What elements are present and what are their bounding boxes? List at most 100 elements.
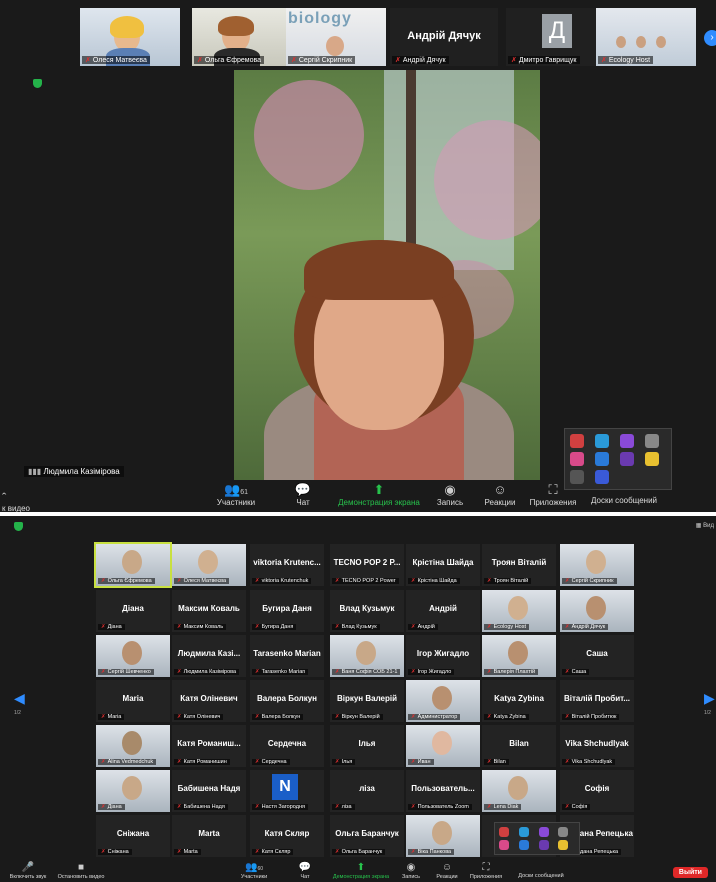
gallery-tile[interactable]: Сніжана ✗ Сніжана (96, 815, 170, 857)
gallery-tile[interactable]: Ігор Жигадло ✗ Ігор Жигадло (406, 635, 480, 677)
app-icon-8[interactable] (558, 840, 569, 850)
gallery-tile[interactable]: Максим Коваль ✗ Максим Коваль (172, 590, 246, 632)
gallery-tile[interactable]: ✗ Alina Vedmedchuk (96, 725, 170, 767)
app-icon-7[interactable] (538, 840, 549, 850)
chat-button[interactable]: 💬 Чат (290, 862, 320, 880)
gallery-tile[interactable]: Сердечна ✗ Сердечна (250, 725, 324, 767)
participants-button[interactable]: 👥61 Участники (214, 482, 258, 507)
whiteboards-button[interactable]: Доски сообщений (508, 873, 574, 879)
gallery-tile[interactable]: ✗ Андрій Дячук (560, 590, 634, 632)
gallery-tile[interactable]: Bilan ✗ Bilan (482, 725, 556, 767)
gallery-tile[interactable]: ✗ Валерія Плахтій (482, 635, 556, 677)
gallery-tile[interactable]: Marta ✗ Marta (172, 815, 246, 857)
app-icon-2[interactable] (595, 434, 609, 448)
app-icon-3[interactable] (620, 434, 634, 448)
record-button[interactable]: ◉ Запись (432, 482, 468, 507)
gallery-tile[interactable]: Саша ✗ Саша (560, 635, 634, 677)
share-screen-button[interactable]: ⬆ Демонстрация экрана (334, 482, 424, 507)
gallery-tile[interactable]: Троян Віталій ✗ Троян Віталій (482, 544, 556, 586)
record-button[interactable]: ◉ Запись (396, 862, 426, 880)
gallery-tile[interactable]: Ілья ✗ Ілья (330, 725, 404, 767)
gallery-tile[interactable]: Пользователь... ✗ Пользователь Zoom (406, 770, 480, 812)
encryption-shield-icon[interactable] (14, 522, 23, 531)
reactions-button[interactable]: ☺ Реакции (430, 862, 464, 880)
app-icon-1[interactable] (499, 827, 509, 837)
gallery-tile[interactable]: Катя Скляр ✗ Катя Скляр (250, 815, 324, 857)
participant-thumb-6[interactable]: ✗ Ecology Host (596, 8, 696, 66)
app-icon-10[interactable] (595, 470, 609, 484)
share-screen-button[interactable]: ⬆ Демонстрация экрана (326, 862, 396, 880)
app-icon-3[interactable] (538, 827, 549, 837)
tile-name: Андрій (417, 624, 435, 630)
gallery-tile[interactable]: Андрій ✗ Андрій (406, 590, 480, 632)
gallery-tile[interactable]: Катя Оліневич ✗ Катя Оліневич (172, 680, 246, 722)
whiteboards-label: Доски сообщений (518, 873, 564, 879)
gallery-tile[interactable]: Бабишена Надя ✗ Бабишена Надя (172, 770, 246, 812)
gallery-tile[interactable]: TECNO POP 2 P... ✗ TECNO POP 2 Power (330, 544, 404, 586)
gallery-tile[interactable]: ✗ Сергій Скрипник (560, 544, 634, 586)
gallery-tile[interactable]: N ✗ Настя Загородня (250, 770, 324, 812)
gallery-tile[interactable]: viktoria Krutenc... ✗ viktoria Krutenchuk (250, 544, 324, 586)
gallery-tile[interactable]: ✗ Сергій Шевченко (96, 635, 170, 677)
gallery-tile[interactable]: Katya Zybina ✗ Katya Zybina (482, 680, 556, 722)
app-icon-8[interactable] (645, 452, 659, 466)
app-icon-5[interactable] (570, 452, 584, 466)
participant-thumb-5[interactable]: Д ✗ Дмитро Гаврищук (506, 8, 602, 66)
whiteboards-button[interactable]: Доски сообщений (582, 496, 666, 505)
gallery-tile[interactable]: ✗ Администратор (406, 680, 480, 722)
participants-button[interactable]: 👥60 Участники (232, 862, 276, 880)
gallery-tile[interactable]: Крістіна Шайда ✗ Крістіна Шайда (406, 544, 480, 586)
app-icon-6[interactable] (595, 452, 609, 466)
prev-page-arrow-icon[interactable]: ◀ (14, 690, 25, 707)
gallery-tile[interactable]: Діана ✗ Діана (96, 590, 170, 632)
gallery-tile[interactable]: Валера Болкун ✗ Валера Болкун (250, 680, 324, 722)
gallery-tile[interactable]: Віталій Пробит... ✗ Віталій Пробитюк (560, 680, 634, 722)
tile-title: Троян Віталій (491, 558, 547, 567)
view-button[interactable]: ▦ Вид (696, 522, 714, 529)
gallery-tile[interactable]: ліза ✗ ліза (330, 770, 404, 812)
gallery-tile[interactable]: ✗ Ольга Єфремова (94, 542, 172, 588)
app-icon-6[interactable] (518, 840, 529, 850)
app-icon-7[interactable] (620, 452, 634, 466)
tile-name: Діана (107, 624, 122, 630)
gallery-tile[interactable]: Віркун Валерій ✗ Віркун Валерій (330, 680, 404, 722)
gallery-tile[interactable]: Ольга Баранчук ✗ Ольга Баранчук (330, 815, 404, 857)
app-icon-5[interactable] (499, 840, 509, 850)
gallery-tile[interactable]: Vika Shchudlyak ✗ Vika Shchudlyak (560, 725, 634, 767)
gallery-tile[interactable]: ✗ Ваня Софія СОБ 21-1 (330, 635, 404, 677)
tile-name: Бабишена Надя (183, 804, 225, 810)
next-thumbs-arrow-icon[interactable]: › (704, 30, 716, 46)
apps-button[interactable]: ⛶ Приложения (466, 862, 506, 880)
participant-thumb-3[interactable]: biology ✗ Сергій Скрипник (286, 8, 386, 66)
gallery-tile[interactable]: ✗ Олеся Матвеєва (172, 544, 246, 586)
gallery-tile[interactable]: Софія ✗ Софія (560, 770, 634, 812)
video-toggle-partial[interactable]: ˆк видео (2, 490, 30, 512)
app-icon-4[interactable] (645, 434, 659, 448)
participant-thumb-4[interactable]: Андрій Дячук ✗ Андрій Дячук (390, 8, 498, 66)
chat-button[interactable]: 💬 Чат (286, 482, 320, 507)
unmute-button[interactable]: 🎤 Включить звук (6, 862, 50, 880)
gallery-tile[interactable]: ✗ Віка Панкова (406, 815, 480, 857)
stop-video-button[interactable]: ■ Остановить видео (56, 862, 106, 880)
gallery-tile[interactable]: Людмила Казі... ✗ Людмила Казімірова (172, 635, 246, 677)
gallery-tile[interactable]: ✗ Иван (406, 725, 480, 767)
reactions-button[interactable]: ☺ Реакции (480, 482, 520, 507)
gallery-tile[interactable]: Tarasenko Marian ✗ Tarasenko Marian (250, 635, 324, 677)
participant-thumb-1[interactable]: ✗ Олеся Матвеєва (80, 8, 180, 66)
gallery-tile[interactable]: ✗ Ecology Host (482, 590, 556, 632)
tile-title: Крістіна Шайда (412, 558, 474, 567)
leave-button[interactable]: Выйти (672, 867, 708, 878)
gallery-tile[interactable]: ✗ Діана (96, 770, 170, 812)
app-icon-1[interactable] (570, 434, 584, 448)
gallery-tile[interactable]: ✗ Lena Diak (482, 770, 556, 812)
gallery-tile[interactable]: Катя Романиш... ✗ Катя Романишин (172, 725, 246, 767)
app-icon-2[interactable] (518, 827, 529, 837)
gallery-tile[interactable]: Maria ✗ Maria (96, 680, 170, 722)
apps-button[interactable]: ⛶ Приложения (528, 482, 578, 507)
gallery-tile[interactable]: Влад Кузьмук ✗ Влад Кузьмук (330, 590, 404, 632)
next-page-arrow-icon[interactable]: ▶ (704, 690, 715, 707)
encryption-shield-icon[interactable] (33, 79, 42, 88)
gallery-tile[interactable]: Бугира Даня ✗ Бугира Даня (250, 590, 324, 632)
participant-thumb-2[interactable]: ✗ Ольга Єфремова (192, 8, 292, 66)
app-icon-4[interactable] (558, 827, 569, 837)
